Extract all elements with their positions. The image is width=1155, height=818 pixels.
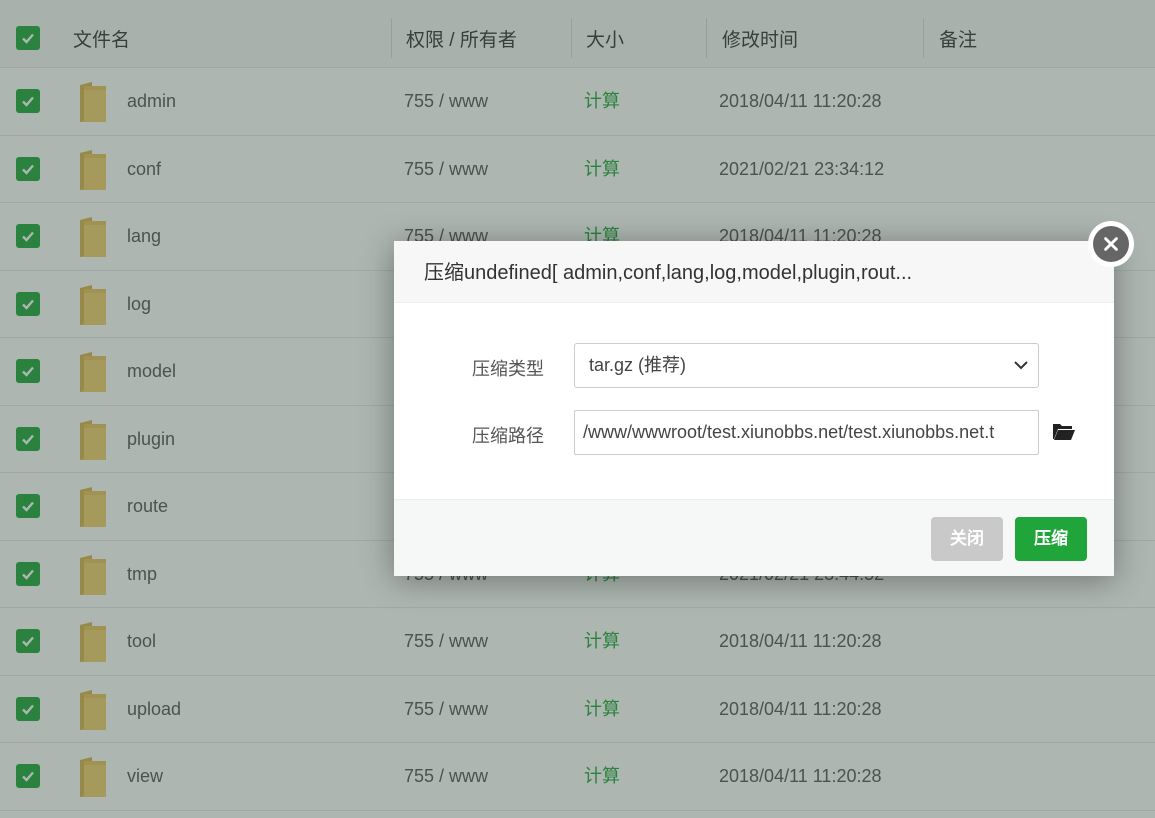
compress-path-label: 压缩路径 <box>472 426 544 446</box>
dialog-close-x[interactable] <box>1088 221 1134 267</box>
dialog-body: 压缩类型 tar.gz (推荐) 压缩路径 /www/wwwroot/test.… <box>394 303 1114 499</box>
close-icon <box>1104 237 1118 251</box>
compress-dialog: 压缩undefined[ admin,conf,lang,log,model,p… <box>394 241 1114 576</box>
close-button[interactable]: 关闭 <box>931 517 1003 561</box>
compress-type-label: 压缩类型 <box>472 359 544 379</box>
chevron-down-icon <box>1014 361 1028 370</box>
compress-path-input[interactable]: /www/wwwroot/test.xiunobbs.net/test.xiun… <box>574 410 1039 455</box>
folder-open-icon[interactable] <box>1052 421 1076 441</box>
dialog-title: 压缩undefined[ admin,conf,lang,log,model,p… <box>394 241 1114 303</box>
compress-button[interactable]: 压缩 <box>1015 517 1087 561</box>
dialog-footer: 关闭 压缩 <box>394 499 1114 576</box>
compress-type-select[interactable]: tar.gz (推荐) <box>574 343 1039 388</box>
compress-type-value: tar.gz (推荐) <box>589 355 687 375</box>
